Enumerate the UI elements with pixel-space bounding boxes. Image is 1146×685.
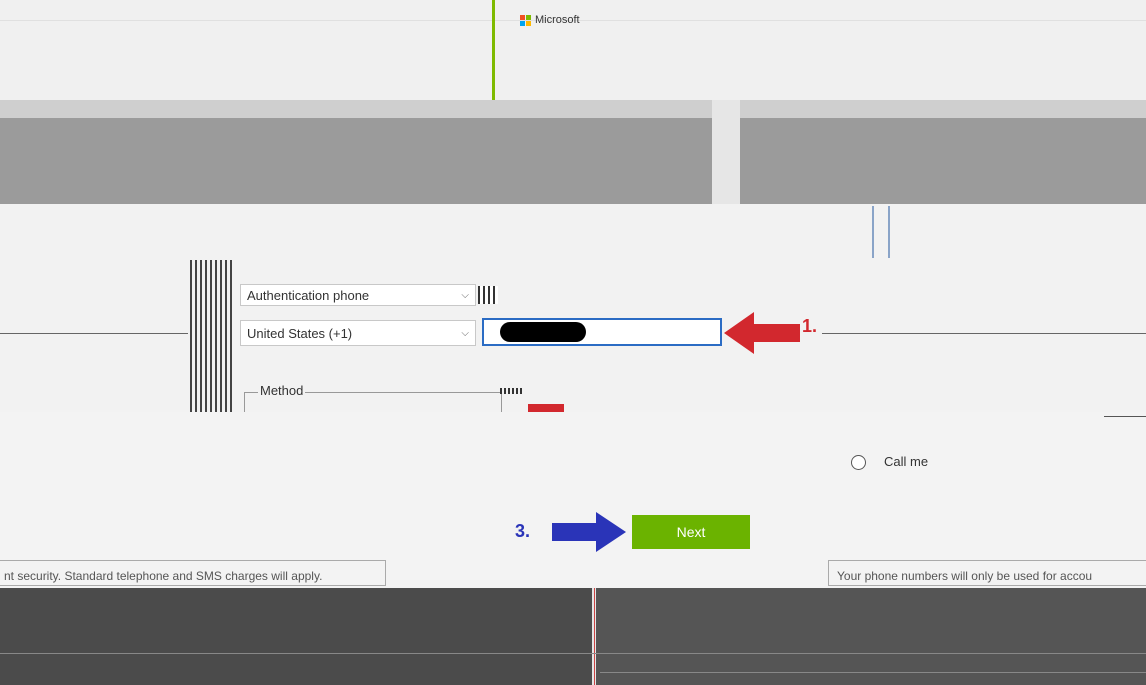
footer-left [0, 588, 592, 685]
brand-name: Microsoft [535, 14, 580, 26]
arrow-right-icon [552, 512, 626, 552]
charges-note: nt security. Standard telephone and SMS … [0, 560, 386, 586]
step-1-label: 1. [802, 316, 818, 336]
redacted-phone-number [500, 322, 586, 342]
phone-type-select[interactable]: Authentication phone ⌵ [240, 284, 476, 306]
footer-right [596, 588, 1146, 685]
footer-rule [600, 672, 1146, 673]
country-select[interactable]: United States (+1) ⌵ [240, 320, 476, 346]
country-value: United States (+1) [247, 325, 353, 341]
microsoft-logo-icon [520, 14, 531, 26]
rule-left [0, 333, 188, 334]
divider-bar [872, 206, 874, 258]
arrow-left-icon [528, 404, 564, 412]
phone-type-value: Authentication phone [247, 287, 370, 303]
divider-bar [888, 206, 890, 258]
render-artifact [500, 388, 522, 394]
call-me-label[interactable]: Call me [884, 454, 928, 469]
rule-right [822, 333, 1146, 334]
chevron-down-icon: ⌵ [461, 289, 469, 301]
microsoft-brand: Microsoft [520, 14, 580, 26]
banner-separator [712, 100, 740, 204]
render-artifact [190, 260, 234, 412]
footer-divider-line [594, 588, 595, 685]
arrow-left-icon [724, 312, 800, 354]
render-artifact [1104, 416, 1146, 439]
vertical-accent-line [492, 0, 495, 100]
next-button[interactable]: Next [632, 515, 750, 549]
radio-icon[interactable] [851, 455, 866, 470]
privacy-note: Your phone numbers will only be used for… [828, 560, 1146, 586]
chevron-down-icon: ⌵ [461, 327, 469, 339]
method-legend: Method [258, 383, 306, 398]
step-3-label: 3. [515, 521, 531, 541]
banner-top-band [0, 100, 1146, 118]
render-artifact [478, 286, 498, 304]
footer-rule [0, 653, 1146, 654]
